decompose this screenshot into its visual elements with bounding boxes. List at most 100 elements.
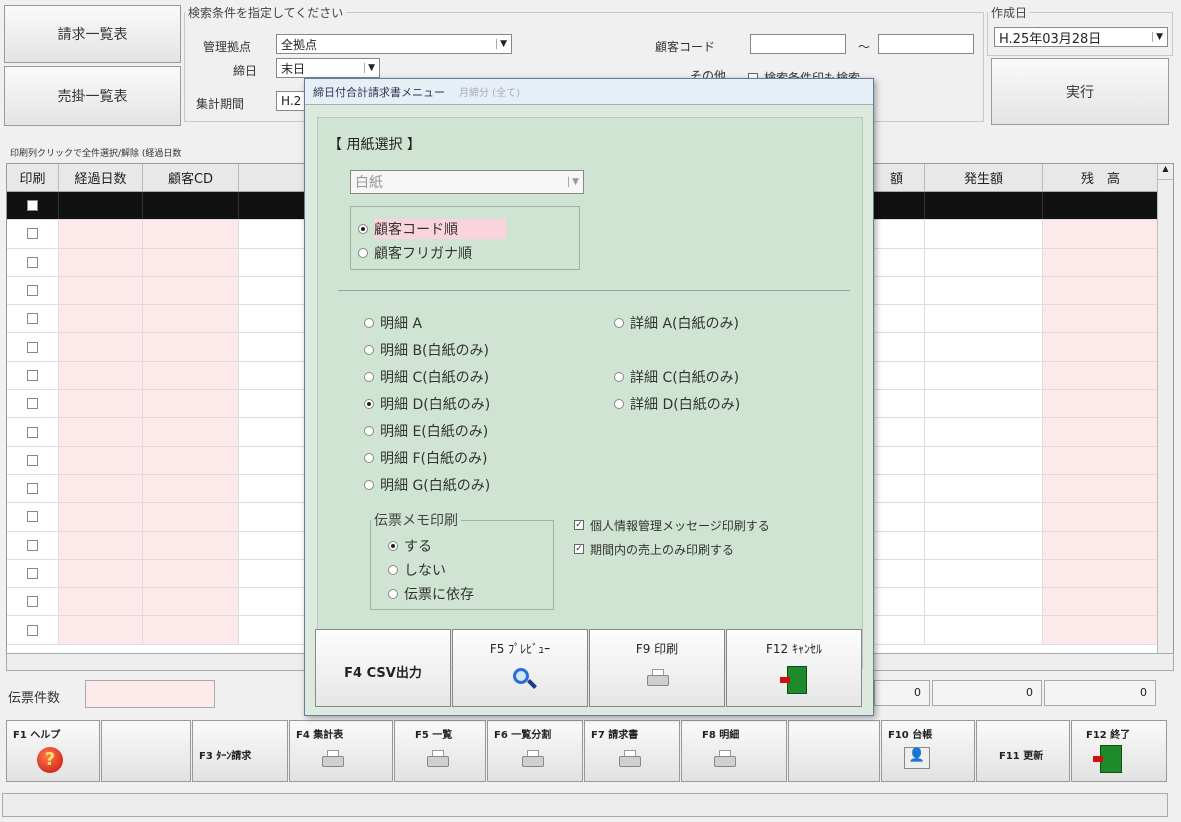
csv-export-button[interactable]: F4 CSV出力 (315, 629, 451, 707)
row-print-checkbox[interactable] (7, 333, 59, 361)
privacy-message-checkbox[interactable]: ✓ 個人情報管理メッセージ印刷する (574, 514, 770, 536)
format-full-radio-2[interactable]: 詳細 D(白紙のみ) (614, 393, 740, 415)
paper-select[interactable]: 白紙 ▼ (350, 170, 584, 194)
scroll-up-icon[interactable]: ▲ (1158, 164, 1173, 180)
header-print[interactable]: 印刷 (7, 164, 59, 191)
created-date-select[interactable]: H.25年03月28日 ▼ (994, 27, 1168, 47)
row-print-checkbox[interactable] (7, 305, 59, 333)
table-cell (869, 361, 925, 390)
divider (338, 290, 850, 291)
csv-export-label: F4 CSV出力 (344, 666, 422, 681)
sort-kana-radio[interactable]: 顧客フリガナ順 (358, 242, 472, 264)
row-print-checkbox[interactable] (7, 446, 59, 474)
table-cell (143, 503, 239, 531)
checkbox-box (27, 341, 38, 353)
table-cell (1043, 390, 1159, 418)
chevron-down-icon: ▼ (568, 177, 579, 187)
f11-update-button[interactable]: F11 更新 (976, 720, 1070, 782)
f4-summary-button[interactable]: F4 集計表 (289, 720, 393, 782)
customer-code-from-input[interactable] (750, 34, 846, 54)
preview-button[interactable]: F5 ﾌﾟﾚﾋﾞｭｰ (452, 629, 588, 707)
ledger-person-icon: 👤 (904, 747, 930, 769)
format-full-radio-1[interactable]: 詳細 C(白紙のみ) (614, 366, 739, 388)
table-cell (869, 192, 925, 220)
format-detail-radio-6[interactable]: 明細 G(白紙のみ) (364, 474, 490, 496)
status-bar (2, 793, 1168, 817)
row-print-checkbox[interactable] (7, 474, 59, 503)
f6-split-list-button[interactable]: F6 一覧分割 (487, 720, 583, 782)
memo-no-label: しない (404, 563, 446, 579)
period-only-label: 期間内の売上のみ印刷する (590, 542, 735, 557)
row-print-checkbox[interactable] (7, 220, 59, 248)
run-button[interactable]: 実行 (991, 58, 1169, 125)
grid-vertical-scrollbar[interactable]: ▲ ▼ (1157, 164, 1173, 670)
table-cell (143, 559, 239, 588)
checkbox-box (27, 511, 38, 523)
table-cell (869, 390, 925, 418)
row-print-checkbox[interactable] (7, 390, 59, 418)
table-cell (1043, 418, 1159, 446)
radio-button (358, 224, 368, 234)
closing-day-value: 末日 (281, 61, 306, 76)
row-print-checkbox[interactable] (7, 361, 59, 390)
closing-day-label: 締日 (233, 64, 258, 78)
f9-blank-button[interactable] (788, 720, 880, 782)
row-print-checkbox[interactable] (7, 192, 59, 220)
period-only-checkbox[interactable]: ✓ 期間内の売上のみ印刷する (574, 538, 734, 560)
customer-code-to-input[interactable] (878, 34, 974, 54)
receivable-list-button[interactable]: 売掛一覧表 (4, 66, 181, 126)
sort-code-radio[interactable]: 顧客コード順 (358, 218, 506, 240)
table-cell (869, 474, 925, 503)
row-print-checkbox[interactable] (7, 588, 59, 616)
format-full-radio-0[interactable]: 詳細 A(白紙のみ) (614, 312, 739, 334)
format-detail-label: 明細 C(白紙のみ) (380, 370, 490, 386)
printer-icon (645, 668, 671, 690)
radio-button (358, 248, 368, 258)
checkbox-box (27, 256, 38, 268)
slip-count-label: 伝票件数 (8, 691, 61, 706)
header-customer-cd[interactable]: 顧客CD (143, 164, 239, 191)
invoice-list-label: 請求一覧表 (57, 27, 128, 43)
printer-icon (712, 749, 738, 771)
f2-blank-button[interactable] (101, 720, 191, 782)
memo-no-radio[interactable]: しない (388, 559, 446, 581)
f5-list-button[interactable]: F5 一覧 (394, 720, 486, 782)
row-print-checkbox[interactable] (7, 248, 59, 276)
memo-yes-radio[interactable]: する (388, 535, 432, 557)
f12-exit-button[interactable]: F12 終了 (1071, 720, 1167, 782)
row-print-checkbox[interactable] (7, 616, 59, 644)
memo-depend-radio[interactable]: 伝票に依存 (388, 583, 474, 605)
format-detail-radio-2[interactable]: 明細 C(白紙のみ) (364, 366, 489, 388)
print-button[interactable]: F9 印刷 (589, 629, 725, 707)
row-print-checkbox[interactable] (7, 276, 59, 305)
f7-invoice-button[interactable]: F7 請求書 (584, 720, 680, 782)
header-days[interactable]: 経過日数 (59, 164, 143, 191)
preview-label: F5 ﾌﾟﾚﾋﾞｭｰ (489, 642, 551, 656)
receivable-list-label: 売掛一覧表 (57, 89, 128, 105)
f3-turn-invoice-button[interactable]: F3 ﾀｰﾝ請求 (192, 720, 288, 782)
format-detail-radio-4[interactable]: 明細 E(白紙のみ) (364, 420, 488, 442)
f8-detail-button[interactable]: F8 明細 (681, 720, 787, 782)
format-detail-label: 明細 A (380, 316, 423, 332)
format-detail-radio-1[interactable]: 明細 B(白紙のみ) (364, 339, 489, 361)
format-detail-radio-5[interactable]: 明細 F(白紙のみ) (364, 447, 487, 469)
checkbox-box (27, 369, 38, 381)
closing-day-select[interactable]: 末日 ▼ (276, 58, 380, 78)
table-cell (59, 305, 143, 333)
chevron-down-icon: ▼ (496, 39, 507, 49)
printer-icon (425, 749, 451, 771)
format-detail-radio-0[interactable]: 明細 A (364, 312, 422, 334)
invoice-list-button[interactable]: 請求一覧表 (4, 5, 181, 63)
radio-button (614, 372, 624, 382)
cancel-button[interactable]: F12 ｷｬﾝｾﾙ (726, 629, 862, 707)
row-print-checkbox[interactable] (7, 503, 59, 531)
branch-select[interactable]: 全拠点 ▼ (276, 34, 512, 54)
row-print-checkbox[interactable] (7, 418, 59, 446)
row-print-checkbox[interactable] (7, 531, 59, 559)
f10-ledger-button[interactable]: F10 台帳 👤 (881, 720, 975, 782)
format-detail-radio-3[interactable]: 明細 D(白紙のみ) (364, 393, 490, 415)
table-cell (869, 588, 925, 616)
row-print-checkbox[interactable] (7, 559, 59, 588)
f1-help-button[interactable]: F1 ヘルプ? (6, 720, 100, 782)
f7-label: F7 請求書 (591, 730, 639, 741)
